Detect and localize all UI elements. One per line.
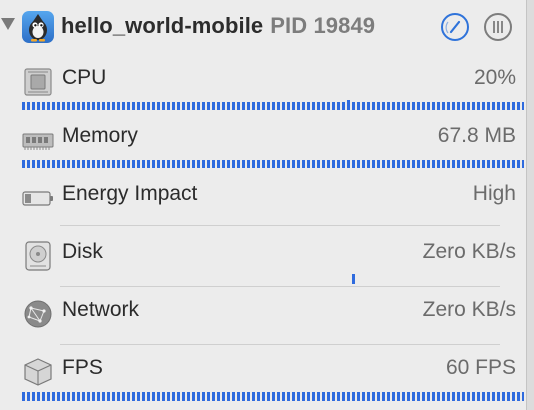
metric-row-network[interactable]: Network Zero KB/s: [0, 288, 526, 346]
pause-button[interactable]: [484, 13, 512, 41]
fps-graph: [22, 392, 524, 401]
metric-row-cpu[interactable]: CPU 20%: [0, 56, 526, 114]
metric-value: 20%: [473, 66, 516, 89]
metric-value: High: [472, 182, 516, 205]
cpu-chip-icon: [22, 67, 54, 97]
cpu-usage-graph: [22, 102, 524, 110]
metric-row-fps[interactable]: FPS 60 FPS: [0, 346, 526, 404]
row-divider: [60, 225, 500, 226]
disk-activity-spike: [352, 274, 355, 284]
scrollbar-track[interactable]: [526, 0, 534, 410]
metric-label: Disk: [62, 240, 103, 263]
gauge-icon: [445, 20, 461, 34]
memory-usage-graph: [22, 160, 524, 168]
pause-icon: [493, 21, 503, 33]
metric-label: CPU: [62, 66, 107, 89]
memory-module-icon: [22, 125, 54, 155]
metric-row-disk[interactable]: Disk Zero KB/s: [0, 230, 526, 288]
metric-row-energy[interactable]: Energy Impact High: [0, 172, 526, 230]
fps-cube-icon: [22, 357, 54, 387]
disclosure-triangle-icon[interactable]: [1, 18, 15, 30]
metric-label: Memory: [62, 124, 138, 147]
battery-icon: [22, 183, 54, 213]
process-title: hello_world-mobile PID 19849: [61, 13, 375, 39]
debug-gauges-button[interactable]: [441, 13, 469, 41]
process-name: hello_world-mobile: [61, 13, 264, 38]
row-divider: [60, 344, 500, 345]
app-icon: [22, 11, 54, 43]
metric-value: Zero KB/s: [422, 240, 516, 263]
metric-label: FPS: [62, 356, 103, 379]
metric-value: Zero KB/s: [422, 298, 516, 321]
metric-row-memory[interactable]: Memory 67.8 MB: [0, 114, 526, 172]
process-pid: PID 19849: [270, 13, 376, 38]
network-globe-icon: [22, 299, 54, 329]
metric-label: Energy Impact: [62, 182, 198, 205]
process-header: hello_world-mobile PID 19849: [0, 0, 526, 54]
metric-value: 67.8 MB: [437, 124, 516, 147]
metric-value: 60 FPS: [445, 356, 516, 379]
row-divider: [60, 286, 500, 287]
cpu-usage-spike: [347, 100, 350, 104]
disk-drive-icon: [22, 241, 54, 271]
metric-label: Network: [62, 298, 140, 321]
